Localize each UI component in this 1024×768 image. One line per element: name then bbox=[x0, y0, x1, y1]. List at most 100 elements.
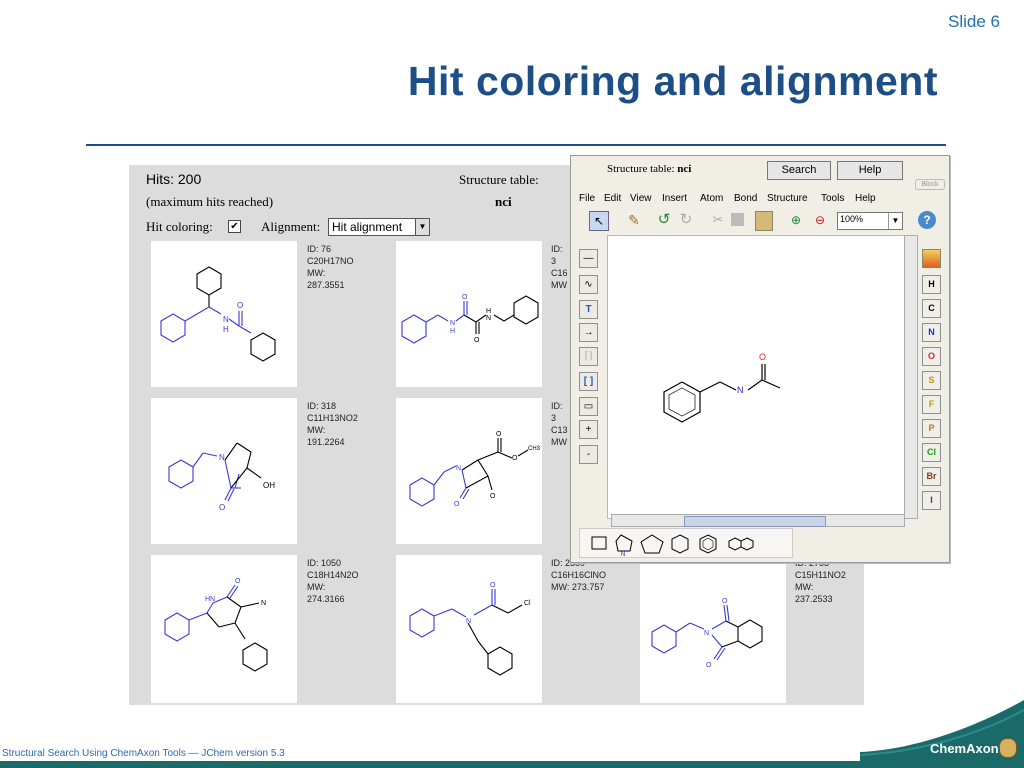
molecule-hit-2: N H O H N O bbox=[401, 294, 539, 344]
result-cell[interactable]: N H O H N O ID: 3 C16 MW bbox=[396, 241, 568, 387]
scrollbar-thumb[interactable] bbox=[684, 516, 826, 527]
result-cell[interactable]: N O OH ID: 318 C11H13NO2 MW: 191.2264 bbox=[151, 398, 358, 544]
atom-label: O bbox=[706, 662, 712, 669]
structure-table-text: Structure table: bbox=[607, 163, 675, 175]
single-bond-tool[interactable]: — bbox=[579, 249, 598, 268]
hit-mw: MW: 274.3166 bbox=[307, 582, 345, 604]
drawing-canvas[interactable]: N O bbox=[607, 235, 905, 519]
atom-button-o[interactable]: O bbox=[922, 347, 941, 366]
paste-icon[interactable] bbox=[755, 211, 773, 231]
hit-id: ID: 318 bbox=[307, 401, 337, 411]
atom-button-p[interactable]: P bbox=[922, 419, 941, 438]
result-cell[interactable]: HN O N ID: 1050 C18H14N2O MW: 274.3166 bbox=[151, 555, 359, 703]
atom-label: CH3 bbox=[528, 446, 541, 452]
atom-label: N bbox=[261, 600, 266, 607]
menu-bond[interactable]: Bond bbox=[734, 193, 757, 204]
footer-band bbox=[0, 761, 1024, 768]
hit-formula: C15H11NO2 bbox=[795, 570, 846, 580]
cut-icon[interactable]: ✂ bbox=[709, 211, 727, 229]
zoom-out-icon[interactable]: ⊖ bbox=[811, 211, 829, 229]
result-cell[interactable]: N O O O O CH3 ID: 3 C13 MW bbox=[396, 398, 568, 544]
result-cell[interactable]: N O O ID: 2753 C15H11NO2 MW: 237.2533 bbox=[640, 555, 846, 703]
menu-tools[interactable]: Tools bbox=[821, 193, 844, 204]
group-bracket-icon[interactable]: [ ] bbox=[579, 372, 598, 391]
chevron-down-icon[interactable]: ▼ bbox=[888, 213, 902, 229]
increase-charge-button[interactable]: + bbox=[579, 420, 598, 439]
search-button[interactable]: Search bbox=[767, 161, 831, 180]
hit-id: ID: 3 bbox=[551, 401, 563, 423]
atom-button-c[interactable]: C bbox=[922, 299, 941, 318]
hit-formula: C18H14N2O bbox=[307, 570, 359, 580]
hit-formula: C13 bbox=[551, 425, 568, 435]
horizontal-scrollbar[interactable] bbox=[611, 514, 905, 527]
bracket-tool-icon[interactable]: ⌈⌉ bbox=[579, 347, 598, 366]
menu-edit[interactable]: Edit bbox=[604, 193, 621, 204]
menu-atom[interactable]: Atom bbox=[700, 193, 723, 204]
atom-label: N bbox=[223, 315, 229, 324]
cyclopentane-icon bbox=[640, 534, 664, 554]
atom-button-h[interactable]: H bbox=[922, 275, 941, 294]
zoom-in-icon[interactable]: ⊕ bbox=[787, 211, 805, 229]
pyrrole-icon bbox=[615, 534, 633, 552]
hit-info: ID: 318 C11H13NO2 MW: 191.2264 bbox=[307, 400, 358, 448]
undo-icon[interactable]: ↺ bbox=[655, 211, 673, 229]
hits-count: Hits: 200 bbox=[146, 171, 202, 187]
title-divider bbox=[86, 144, 946, 146]
cyclohexane-icon bbox=[671, 534, 689, 554]
menu-view[interactable]: View bbox=[630, 193, 652, 204]
menu-file[interactable]: File bbox=[579, 193, 595, 204]
help-icon[interactable]: ? bbox=[918, 211, 936, 229]
rectangle-tool-icon[interactable]: ▭ bbox=[579, 397, 598, 416]
footer-wave-decoration bbox=[860, 700, 1024, 768]
hit-mw: MW: 191.2264 bbox=[307, 425, 345, 447]
cyclobutane-icon bbox=[591, 536, 607, 550]
vertical-scrollbar[interactable] bbox=[904, 235, 918, 519]
help-button[interactable]: Help bbox=[837, 161, 903, 180]
alignment-select[interactable]: Hit alignment ▼ bbox=[328, 218, 430, 236]
chain-tool-icon[interactable]: ∿ bbox=[579, 275, 598, 294]
pencil-icon[interactable]: ✎ bbox=[625, 211, 643, 229]
atom-label: N bbox=[704, 630, 709, 637]
molecule-2359: N O Cl bbox=[409, 582, 531, 676]
periodic-table-icon[interactable] bbox=[922, 249, 941, 268]
hit-mw: MW bbox=[551, 437, 567, 447]
hit-info: ID: 2753 C15H11NO2 MW: 237.2533 bbox=[795, 557, 846, 605]
atom-label: O bbox=[496, 431, 502, 438]
atom-button-s[interactable]: S bbox=[922, 371, 941, 390]
redo-icon[interactable]: ↻ bbox=[677, 211, 695, 229]
atom-button-br[interactable]: Br bbox=[922, 467, 941, 486]
hit-formula: C16H16ClNO bbox=[551, 570, 607, 580]
arrow-tool-icon[interactable]: → bbox=[579, 323, 598, 342]
molecule-hit-4: N O O O O CH3 bbox=[409, 431, 541, 508]
atom-button-f[interactable]: F bbox=[922, 395, 941, 414]
chevron-down-icon[interactable]: ▼ bbox=[415, 219, 429, 235]
menu-help[interactable]: Help bbox=[855, 193, 876, 204]
atom-label: O bbox=[512, 455, 518, 462]
zoom-select[interactable]: 100% ▼ bbox=[837, 212, 903, 230]
copy-icon[interactable] bbox=[731, 213, 744, 226]
decrease-charge-button[interactable]: - bbox=[579, 445, 598, 464]
menu-insert[interactable]: Insert bbox=[662, 193, 687, 204]
hit-formula: C20H17NO bbox=[307, 256, 354, 266]
atom-label: N bbox=[486, 315, 491, 322]
hit-info: ID: 3 C13 MW bbox=[551, 400, 568, 448]
atom-button-i[interactable]: I bbox=[922, 491, 941, 510]
hit-id: ID: 76 bbox=[307, 244, 332, 254]
hit-coloring-label: Hit coloring: bbox=[146, 219, 213, 234]
slide-number: Slide 6 bbox=[948, 12, 1000, 31]
atom-button-cl[interactable]: Cl bbox=[922, 443, 941, 462]
select-tool-icon[interactable]: ↖ bbox=[589, 211, 609, 231]
block-label: Block bbox=[915, 179, 945, 190]
result-cell[interactable]: N H O ID: 76 C20H17NO MW: 287.3551 bbox=[151, 241, 354, 387]
hit-formula: C11H13NO2 bbox=[307, 413, 358, 423]
atom-label: O bbox=[490, 493, 496, 500]
sketch-structure-table-label: Structure table: nci bbox=[607, 163, 691, 175]
text-tool[interactable]: T bbox=[579, 300, 598, 319]
atom-label: H bbox=[486, 308, 491, 315]
hit-coloring-checkbox[interactable]: ✔ bbox=[228, 220, 241, 233]
result-cell[interactable]: N O Cl ID: 2359 C16H16ClNO MW: 273.757 bbox=[396, 555, 606, 703]
atom-button-n[interactable]: N bbox=[922, 323, 941, 342]
hit-id: ID: 1050 bbox=[307, 558, 342, 568]
hit-mw: MW: 287.3551 bbox=[307, 268, 345, 290]
menu-structure[interactable]: Structure bbox=[767, 193, 808, 204]
